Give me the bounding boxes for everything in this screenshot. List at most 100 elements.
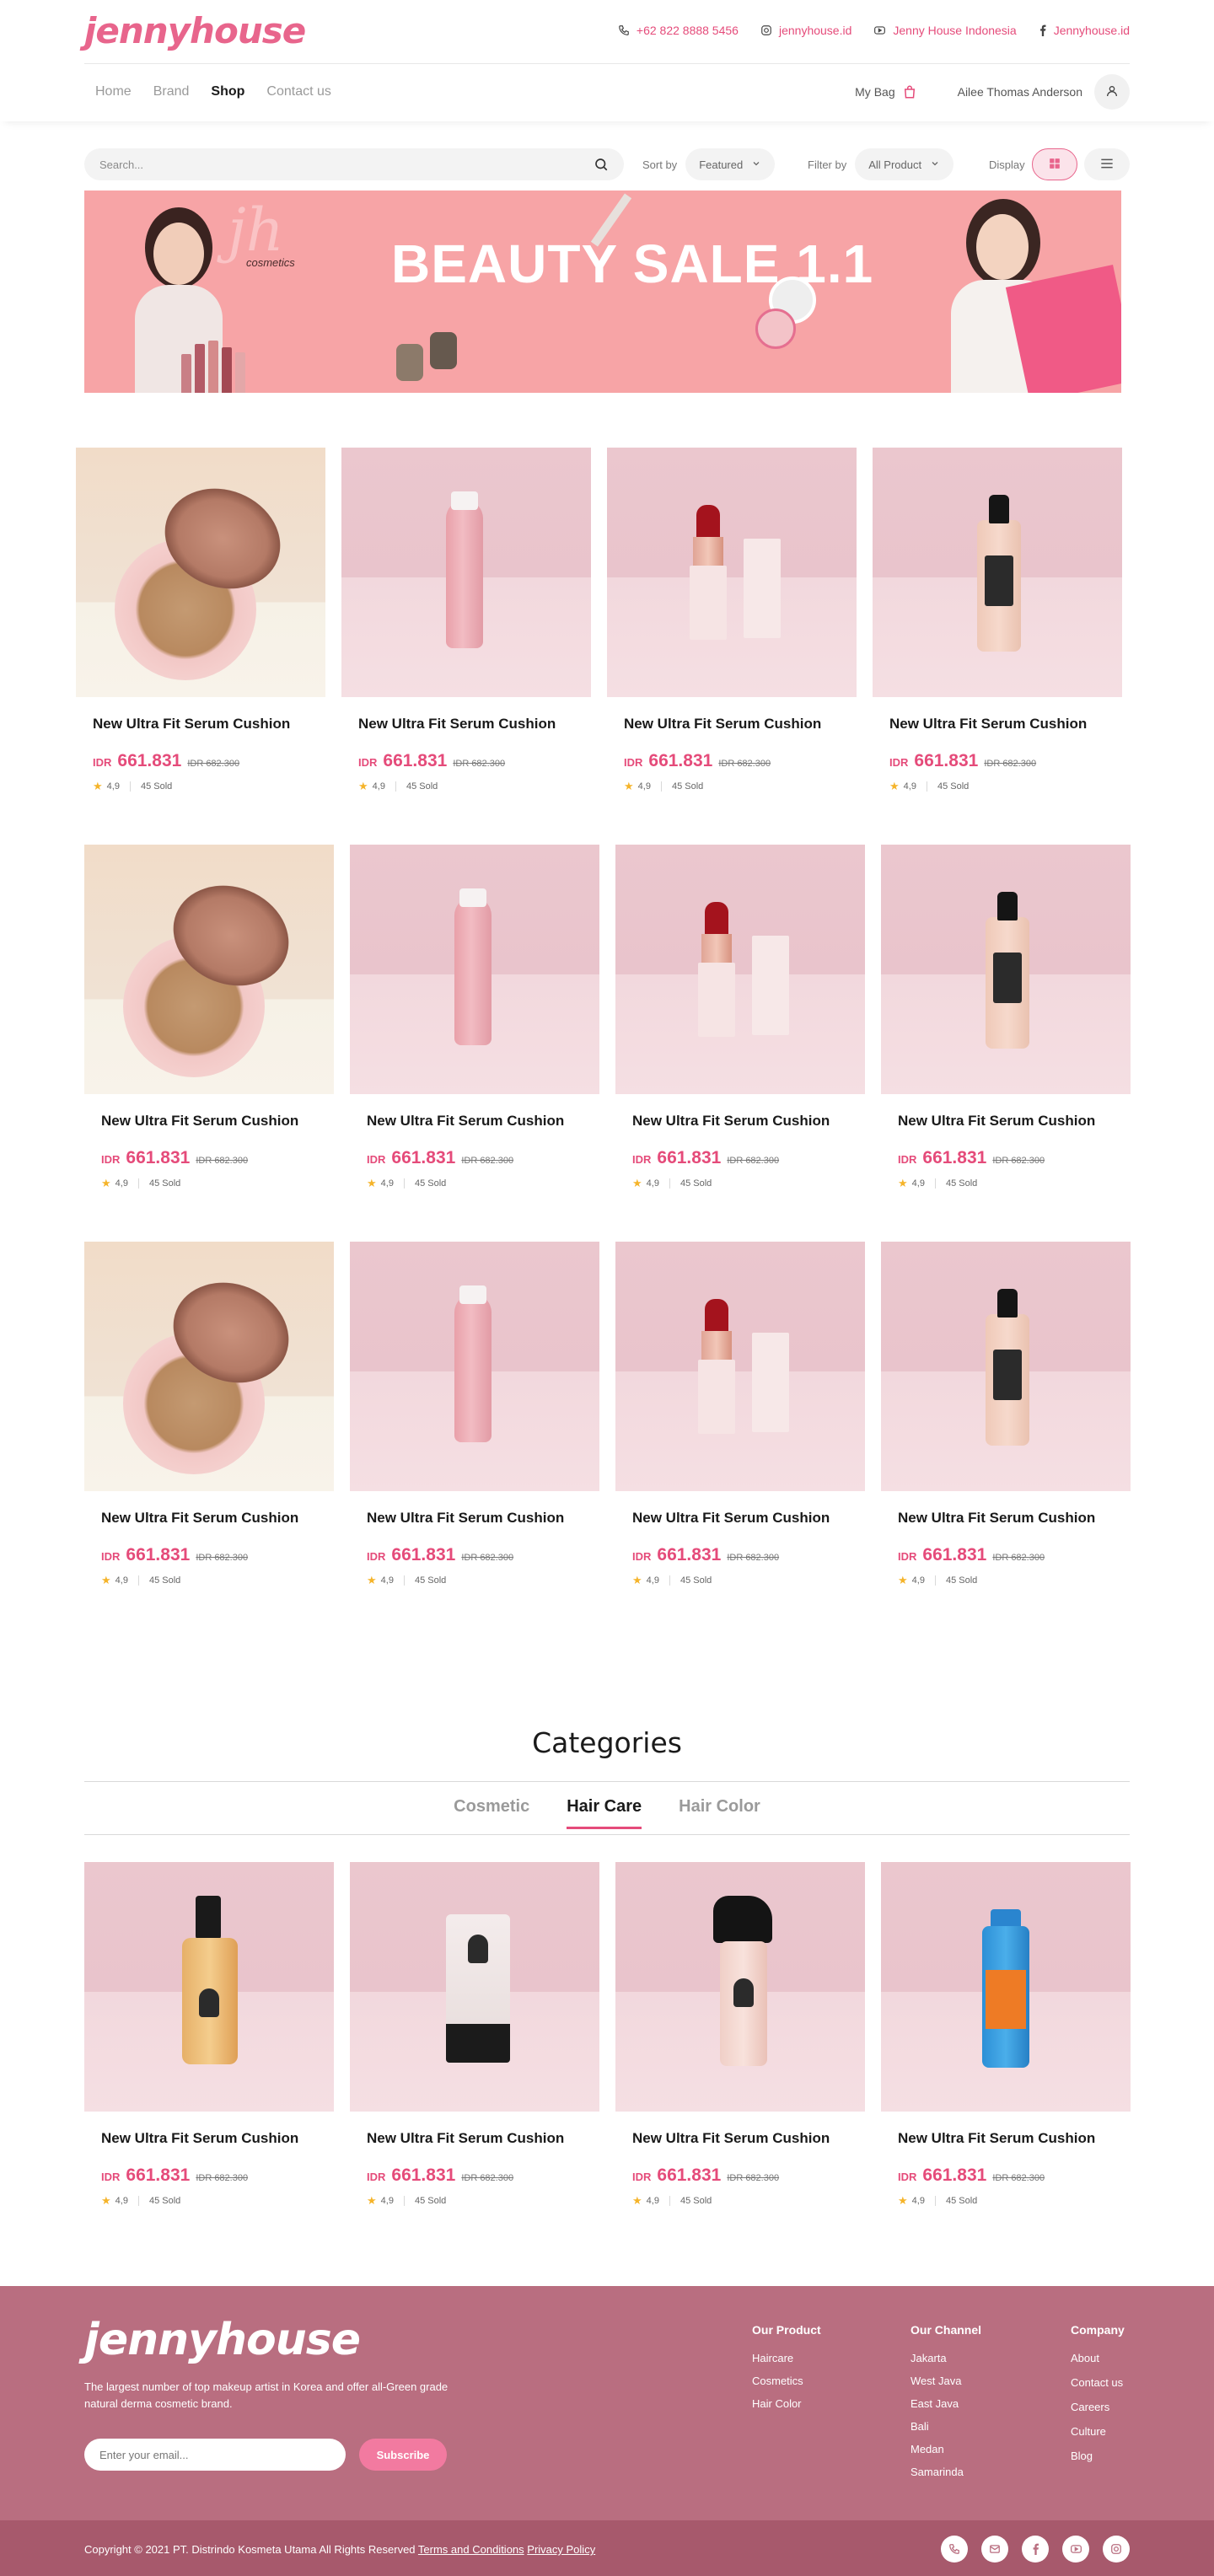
phone-icon[interactable] [941, 2536, 968, 2563]
search-icon[interactable] [594, 157, 609, 172]
product-name[interactable]: New Ultra Fit Serum Cushion [367, 1510, 564, 1527]
filter-dropdown[interactable]: All Product [855, 148, 954, 180]
instagram-handle: jennyhouse.id [778, 24, 852, 37]
footer-link[interactable]: Careers [1071, 2401, 1125, 2413]
product-card[interactable]: New Ultra Fit Serum Cushion IDR 661.831 IDR… [607, 448, 857, 797]
product-image[interactable] [350, 845, 599, 1094]
tab-hair-color[interactable]: Hair Color [679, 1797, 760, 1829]
top-bar: jennyhouse +62 822 8888 5456 jennyhouse.… [0, 0, 1214, 63]
category-product-card[interactable]: New Ultra Fit Serum Cushion IDR 661.831 IDR… [615, 1862, 865, 2212]
product-image[interactable] [341, 448, 591, 697]
footer-link[interactable]: Samarinda [910, 2466, 981, 2478]
product-card[interactable]: New Ultra Fit Serum Cushion IDR 661.831 IDR… [615, 1242, 865, 1591]
privacy-link[interactable]: Privacy Policy [527, 2543, 595, 2556]
category-product-card[interactable]: New Ultra Fit Serum Cushion IDR 661.831 IDR… [350, 1862, 599, 2212]
star-icon: ★ [632, 1574, 642, 1586]
footer-link[interactable]: About [1071, 2352, 1125, 2364]
product-image[interactable] [350, 1862, 599, 2112]
facebook-icon[interactable] [1022, 2536, 1049, 2563]
product-image[interactable] [615, 845, 865, 1094]
footer-link[interactable]: Culture [1071, 2425, 1125, 2438]
user-name[interactable]: Ailee Thomas Anderson [958, 85, 1082, 99]
product-name[interactable]: New Ultra Fit Serum Cushion [101, 2130, 298, 2147]
terms-link[interactable]: Terms and Conditions [418, 2543, 524, 2556]
sort-dropdown[interactable]: Featured [685, 148, 776, 180]
tab-hair-care[interactable]: Hair Care [567, 1797, 642, 1829]
product-image[interactable] [881, 845, 1131, 1094]
product-image[interactable] [881, 1862, 1131, 2112]
product-name[interactable]: New Ultra Fit Serum Cushion [898, 1113, 1095, 1130]
product-name[interactable]: New Ultra Fit Serum Cushion [358, 716, 556, 733]
footer-link[interactable]: West Java [910, 2375, 981, 2387]
product-card[interactable]: New Ultra Fit Serum Cushion IDR 661.831 IDR… [341, 448, 591, 797]
product-image[interactable] [881, 1242, 1131, 1491]
product-name[interactable]: New Ultra Fit Serum Cushion [93, 716, 290, 733]
price-original: IDR 682.300 [187, 759, 240, 769]
product-image[interactable] [615, 1242, 865, 1491]
product-card[interactable]: New Ultra Fit Serum Cushion IDR 661.831 IDR… [881, 845, 1131, 1194]
footer-link[interactable]: Jakarta [910, 2352, 981, 2364]
product-card[interactable]: New Ultra Fit Serum Cushion IDR 661.831 IDR… [84, 845, 334, 1194]
product-name[interactable]: New Ultra Fit Serum Cushion [632, 2130, 830, 2147]
footer-logo[interactable]: jennyhouse [84, 2315, 361, 2365]
product-image[interactable] [76, 448, 325, 697]
product-image[interactable] [84, 1242, 334, 1491]
subscribe-button[interactable]: Subscribe [359, 2439, 447, 2471]
product-name[interactable]: New Ultra Fit Serum Cushion [367, 1113, 564, 1130]
nav-brand[interactable]: Brand [153, 84, 190, 99]
product-card[interactable]: New Ultra Fit Serum Cushion IDR 661.831 IDR… [350, 1242, 599, 1591]
product-name[interactable]: New Ultra Fit Serum Cushion [889, 716, 1087, 733]
product-name[interactable]: New Ultra Fit Serum Cushion [367, 2130, 564, 2147]
product-image[interactable] [84, 1862, 334, 2112]
promo-banner[interactable]: jh cosmetics BEAUTY SALE 1.1 [84, 191, 1121, 393]
grid-view-button[interactable] [1031, 148, 1077, 180]
product-card[interactable]: New Ultra Fit Serum Cushion IDR 661.831 IDR… [350, 845, 599, 1194]
product-card[interactable]: New Ultra Fit Serum Cushion IDR 661.831 IDR… [76, 448, 325, 797]
youtube-link[interactable]: Jenny House Indonesia [873, 24, 1017, 37]
footer-link[interactable]: Hair Color [752, 2397, 821, 2410]
instagram-icon[interactable] [1103, 2536, 1130, 2563]
product-name[interactable]: New Ultra Fit Serum Cushion [898, 1510, 1095, 1527]
footer-link[interactable]: Contact us [1071, 2376, 1125, 2389]
category-product-card[interactable]: New Ultra Fit Serum Cushion IDR 661.831 IDR… [881, 1862, 1131, 2212]
nav-contact[interactable]: Contact us [266, 84, 330, 99]
footer-link[interactable]: East Java [910, 2397, 981, 2410]
footer-link[interactable]: Blog [1071, 2450, 1125, 2462]
product-name[interactable]: New Ultra Fit Serum Cushion [101, 1113, 298, 1130]
product-card[interactable]: New Ultra Fit Serum Cushion IDR 661.831 IDR… [881, 1242, 1131, 1591]
product-name[interactable]: New Ultra Fit Serum Cushion [632, 1510, 830, 1527]
facebook-link[interactable]: Jennyhouse.id [1039, 24, 1130, 37]
instagram-link[interactable]: jennyhouse.id [760, 24, 851, 37]
product-image[interactable] [615, 1862, 865, 2112]
product-price: IDR 661.831 IDR 682.300 [632, 2165, 779, 2186]
footer-link[interactable]: Cosmetics [752, 2375, 821, 2387]
youtube-icon[interactable] [1062, 2536, 1089, 2563]
category-product-card[interactable]: New Ultra Fit Serum Cushion IDR 661.831 IDR… [84, 1862, 334, 2212]
list-view-button[interactable] [1083, 148, 1130, 180]
my-bag-button[interactable]: My Bag [855, 84, 916, 99]
footer-link[interactable]: Haircare [752, 2352, 821, 2364]
site-logo[interactable]: jennyhouse [84, 10, 306, 51]
product-card[interactable]: New Ultra Fit Serum Cushion IDR 661.831 IDR… [84, 1242, 334, 1591]
footer-column-title: Company [1071, 2323, 1125, 2337]
product-name[interactable]: New Ultra Fit Serum Cushion [101, 1510, 298, 1527]
tab-cosmetic[interactable]: Cosmetic [454, 1797, 529, 1829]
nav-shop[interactable]: Shop [211, 84, 244, 99]
product-image[interactable] [873, 448, 1122, 697]
product-name[interactable]: New Ultra Fit Serum Cushion [624, 716, 821, 733]
footer-link[interactable]: Bali [910, 2420, 981, 2433]
product-image[interactable] [84, 845, 334, 1094]
footer-link[interactable]: Medan [910, 2443, 981, 2455]
nav-home[interactable]: Home [95, 84, 132, 99]
product-image[interactable] [607, 448, 857, 697]
phone-link[interactable]: +62 822 8888 5456 [618, 24, 739, 37]
product-card[interactable]: New Ultra Fit Serum Cushion IDR 661.831 IDR… [615, 845, 865, 1194]
newsletter-email-input[interactable] [99, 2448, 330, 2461]
mail-icon[interactable] [981, 2536, 1008, 2563]
product-name[interactable]: New Ultra Fit Serum Cushion [898, 2130, 1095, 2147]
search-input[interactable] [99, 158, 594, 171]
product-image[interactable] [350, 1242, 599, 1491]
avatar[interactable] [1094, 74, 1130, 110]
product-card[interactable]: New Ultra Fit Serum Cushion IDR 661.831 IDR… [873, 448, 1122, 797]
product-name[interactable]: New Ultra Fit Serum Cushion [632, 1113, 830, 1130]
